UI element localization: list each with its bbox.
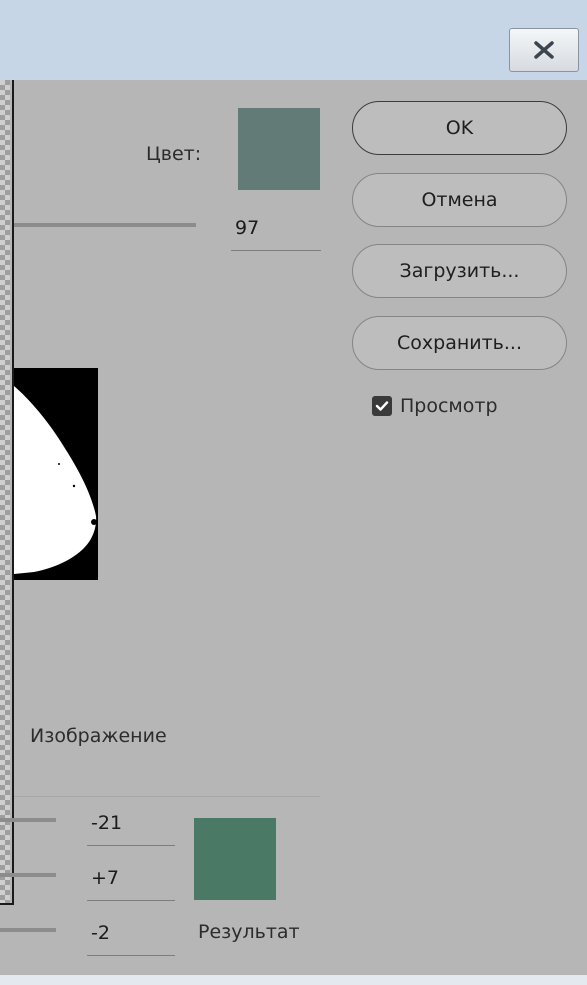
checkmark-icon [375, 397, 389, 416]
color-swatch[interactable] [238, 108, 320, 190]
image-radio-label[interactable]: Изображение [30, 725, 167, 747]
hue-value[interactable]: -21 [87, 812, 175, 846]
saturation-slider[interactable] [0, 873, 56, 877]
selection-preview-image [14, 368, 98, 580]
lightness-value[interactable]: -2 [87, 922, 175, 956]
replace-color-dialog: Цвет: 97 OK Отмена Загрузить... Сохранит… [0, 80, 587, 975]
load-button[interactable]: Загрузить... [352, 244, 567, 298]
ok-button[interactable]: OK [352, 101, 567, 155]
result-label: Результат [198, 921, 300, 943]
preview-frame-border-bottom [0, 903, 14, 905]
lightness-slider[interactable] [0, 928, 56, 932]
result-swatch[interactable] [194, 818, 276, 900]
fuzziness-value[interactable]: 97 [231, 217, 321, 251]
preview-canvas-edge [0, 80, 10, 905]
window-bottom-edge [0, 975, 587, 985]
save-button[interactable]: Сохранить... [352, 316, 567, 370]
title-bar [0, 0, 587, 80]
color-label: Цвет: [146, 143, 202, 165]
preview-label: Просмотр [400, 395, 498, 417]
close-icon [532, 40, 556, 60]
cancel-button[interactable]: Отмена [352, 173, 567, 227]
hue-slider[interactable] [0, 818, 56, 822]
close-button[interactable] [509, 28, 579, 72]
saturation-value[interactable]: +7 [87, 867, 175, 901]
section-divider [14, 796, 320, 797]
fuzziness-slider[interactable] [14, 223, 196, 227]
preview-checkbox[interactable] [372, 396, 392, 416]
